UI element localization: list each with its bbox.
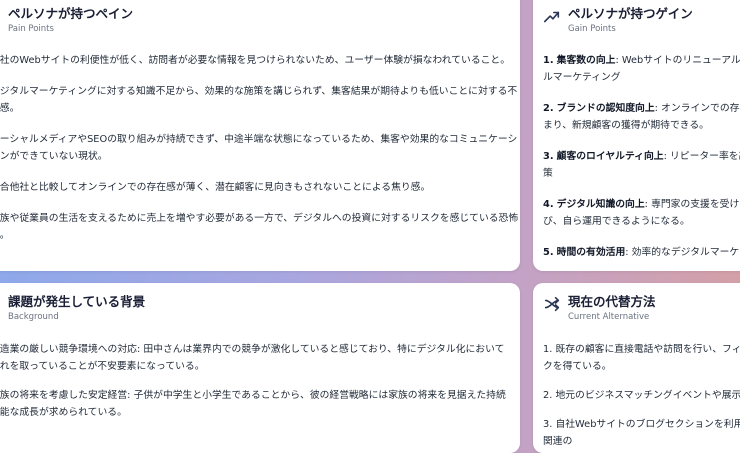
alternative-title: 現在の代替方法: [568, 294, 656, 309]
list-item: 1. 既存の顧客に直接電話や訪問を行い、フィードバックを得ている。: [543, 344, 740, 372]
alternative-card: 現在の代替方法 Current Alternative 1. 既存の顧客に直接電…: [533, 283, 740, 453]
list-item: 4. デジタル知識の向上: 専門家の支援を受けながら学び、自ら運用できるようにな…: [543, 196, 740, 230]
item-heading: デジタル知識の向上: [556, 199, 645, 210]
pain-points-subtitle: Pain Points: [8, 24, 54, 34]
item-number: 5.: [543, 247, 554, 258]
gain-points-subtitle: Gain Points: [568, 24, 616, 34]
gain-points-list: 1. 集客数の向上: Webサイトのリニューアルやデジタルマーケティング 2. ブ…: [543, 52, 740, 271]
background-title: 課題が発生している背景: [8, 294, 146, 309]
list-item: 自社のWebサイトの利便性が低く、訪問者が必要な情報を見つけられないため、ユーザ…: [0, 55, 511, 66]
list-item: 家族の将来を考慮した安定経営: 子供が中学生と小学生であることから、彼の経営戦略…: [0, 390, 506, 418]
list-item: 1. 集客数の向上: Webサイトのリニューアルやデジタルマーケティング: [543, 52, 740, 86]
pain-points-card: ペルソナが持つペイン Pain Points 自社のWebサイトの利便性が低く、…: [0, 0, 520, 271]
list-item: ソーシャルメディアやSEOの取り組みが持続できず、中途半端な状態になっているため…: [0, 134, 518, 162]
gain-points-card: ペルソナが持つゲイン Gain Points 1. 集客数の向上: Webサイト…: [533, 0, 740, 271]
alternative-subtitle: Current Alternative: [568, 312, 650, 322]
list-item: デジタルマーケティングに対する知識不足から、効果的な施策を講じられず、集客結果が…: [0, 86, 518, 114]
background-list: 製造業の厳しい競争環境への対応: 田中さんは業界内での競争が激化していると感じて…: [0, 341, 510, 433]
list-item: 2. ブランドの認知度向上: オンラインでの存在感が強まり、新規顧客の獲得が期待…: [543, 100, 740, 134]
item-heading: 時間の有効活用: [556, 247, 626, 258]
item-text: : 効率的なデジタルマーケティング: [625, 247, 740, 258]
arrows-cross-icon: [543, 295, 561, 313]
list-item: 競合他社と比較してオンラインでの存在感が薄く、潜在顧客に見向きもされないことによ…: [0, 182, 431, 193]
item-number: 3.: [543, 151, 554, 162]
list-item: 2. 地元のビジネスマッチングイベントや展示会に参加: [543, 390, 740, 401]
trending-up-icon: [543, 8, 561, 26]
list-item: 3. 自社Webサイトのブログセクションを利用し、業界関連の: [543, 419, 740, 447]
item-heading: 集客数の向上: [556, 55, 616, 66]
item-number: 4.: [543, 199, 554, 210]
list-item: 製造業の厳しい競争環境への対応: 田中さんは業界内での競争が激化していると感じて…: [0, 344, 505, 372]
background-card: 課題が発生している背景 Background 製造業の厳しい競争環境への対応: …: [0, 283, 520, 453]
item-heading: 顧客のロイヤルティ向上: [556, 151, 664, 162]
list-item: 5. 時間の有効活用: 効率的なデジタルマーケティング: [543, 244, 740, 261]
list-item: 3. 顧客のロイヤルティ向上: リピーター率を高める施策: [543, 148, 740, 182]
item-number: 2.: [543, 103, 554, 114]
item-number: 1.: [543, 55, 554, 66]
background-subtitle: Background: [8, 312, 59, 322]
gain-points-title: ペルソナが持つゲイン: [568, 6, 693, 21]
list-item: 家族や従業員の生活を支えるために売上を増やす必要がある一方で、デジタルへの投資に…: [0, 213, 519, 241]
pain-points-title: ペルソナが持つペイン: [8, 6, 134, 21]
alternative-list: 1. 既存の顧客に直接電話や訪問を行い、フィードバックを得ている。 2. 地元のビ…: [543, 341, 740, 453]
pain-points-list: 自社のWebサイトの利便性が低く、訪問者が必要な情報を見つけられないため、ユーザ…: [0, 52, 520, 258]
item-heading: ブランドの認知度向上: [556, 103, 655, 114]
